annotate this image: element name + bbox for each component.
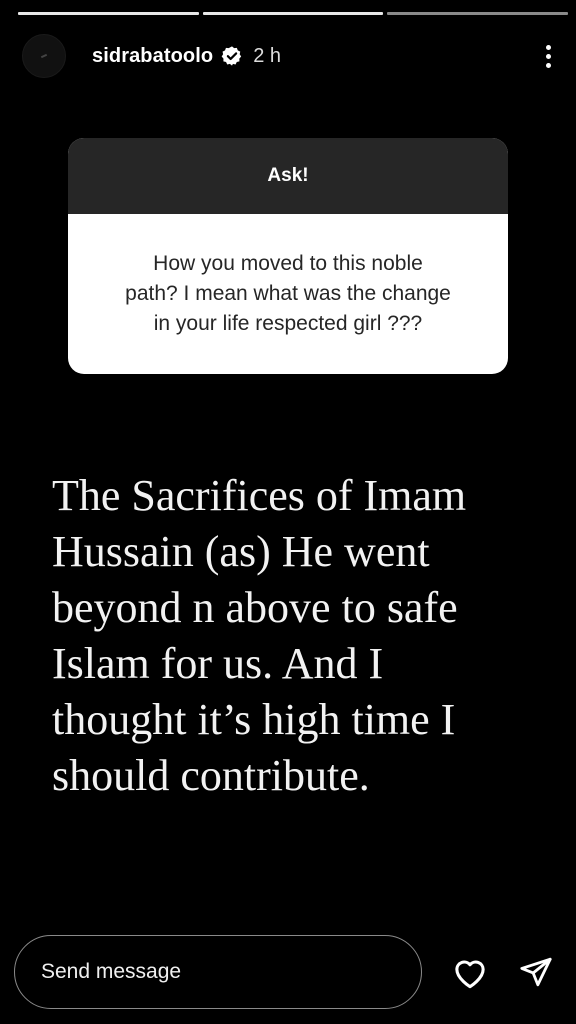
heart-icon[interactable] <box>448 950 492 994</box>
caption-line: beyond n above to safe <box>52 583 458 632</box>
progress-segment <box>202 12 384 15</box>
progress-segment <box>18 12 199 15</box>
sticker-title: Ask! <box>68 138 508 214</box>
question-line: How you moved to this noble <box>153 252 423 275</box>
question-line: in your life respected girl ??? <box>153 312 423 335</box>
post-time: 2 h <box>253 44 282 67</box>
message-input[interactable] <box>39 959 383 985</box>
caption-line: thought it’s high time I <box>52 695 456 744</box>
caption-line: should contribute. <box>52 751 370 800</box>
sticker-question: How you moved to this noble path? I mean… <box>68 214 508 374</box>
story-progress-bar <box>18 12 569 15</box>
send-message-field[interactable] <box>14 935 422 1009</box>
story-caption: The Sacrifices of Imam Hussain (as) He w… <box>52 468 552 804</box>
username[interactable]: sidrabatoolo <box>92 45 213 68</box>
question-line: path? I mean what was the change <box>125 282 451 305</box>
send-icon[interactable] <box>514 950 558 994</box>
question-sticker[interactable]: Ask! How you moved to this noble path? I… <box>68 138 508 374</box>
story-header: sidrabatoolo 2 h <box>22 34 558 78</box>
caption-line: Hussain (as) He went <box>52 527 430 576</box>
caption-line: The Sacrifices of Imam <box>52 471 467 520</box>
more-vertical-icon[interactable] <box>538 41 558 71</box>
verified-badge-icon <box>221 45 243 67</box>
progress-segment-active <box>387 12 569 15</box>
caption-line: Islam for us. And I <box>52 639 384 688</box>
story-footer <box>14 934 558 1010</box>
avatar[interactable] <box>22 34 66 78</box>
